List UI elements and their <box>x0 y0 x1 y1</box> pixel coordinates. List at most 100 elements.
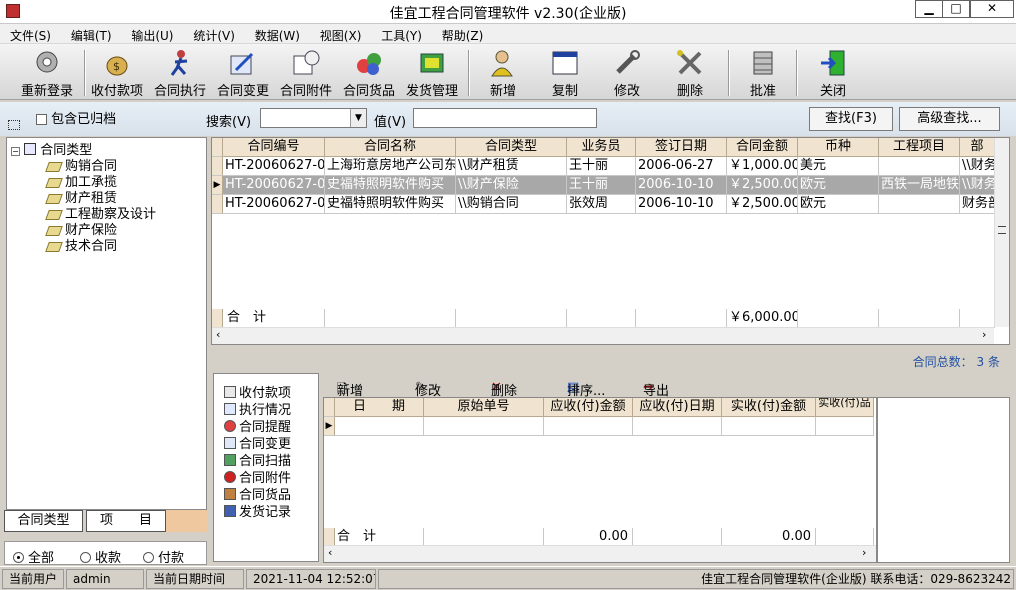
contract-type-tree[interactable]: − 合同类型 购销合同 加工承揽 财产租赁 工程勘察及设计 财产保险 技术合同 <box>6 137 207 510</box>
col-department[interactable]: 部 <box>960 138 995 157</box>
approve-button[interactable]: 批准 <box>736 48 790 99</box>
cell-currency[interactable]: 欧元 <box>798 176 879 195</box>
menu-help[interactable]: 帮助(Z) <box>432 24 490 44</box>
row-indicator[interactable] <box>212 195 223 214</box>
cell-contract-type[interactable]: \\财产保险 <box>456 176 567 195</box>
scroll-left-icon[interactable]: ‹ <box>216 328 220 341</box>
cell-department[interactable]: 财务部 <box>960 195 995 214</box>
tab-project[interactable]: 项 目 <box>86 510 166 532</box>
cell-salesperson[interactable]: 张效周 <box>567 195 636 214</box>
cell-department[interactable]: \\财务 <box>960 157 995 176</box>
cell-currency[interactable]: 美元 <box>798 157 879 176</box>
scroll-right-icon[interactable]: › <box>982 328 986 341</box>
cell-project[interactable]: 西铁一局地铁 <box>879 176 960 195</box>
cell-salesperson[interactable]: 王十丽 <box>567 157 636 176</box>
col-actual-goods[interactable]: 实收(付)品 <box>816 398 874 417</box>
col-currency[interactable]: 币种 <box>798 138 879 157</box>
payments-button[interactable]: $ 收付款项 <box>88 48 146 99</box>
scroll-right-icon[interactable]: › <box>862 546 866 559</box>
include-archived-checkbox[interactable]: 包含已归档 <box>36 108 116 127</box>
cell-sign-date[interactable]: 2006-10-10 <box>636 195 727 214</box>
radio-all[interactable]: 全部 <box>13 547 54 566</box>
attachment-button[interactable]: 合同附件 <box>276 48 336 99</box>
col-actual-amount[interactable]: 实收(付)金额 <box>722 398 816 417</box>
chevron-down-icon[interactable]: ▼ <box>350 109 366 127</box>
cell-original-no[interactable] <box>424 417 544 436</box>
value-input[interactable] <box>413 108 597 128</box>
scroll-thumb-icon[interactable] <box>998 226 1006 234</box>
col-date[interactable]: 日 期 <box>335 398 424 417</box>
checkbox-box[interactable] <box>36 114 47 125</box>
delete-button[interactable]: 删除 <box>663 48 717 99</box>
col-contract-no[interactable]: 合同编号 <box>223 138 325 157</box>
cell-due-date[interactable] <box>633 417 722 436</box>
cell-contract-no[interactable]: HT-20060627-00 <box>223 195 325 214</box>
tab-contract-type[interactable]: 合同类型 <box>4 510 83 532</box>
cell-actual-goods[interactable] <box>816 417 874 436</box>
cell-contract-no[interactable]: HT-20060627-00 <box>223 176 325 195</box>
col-contract-name[interactable]: 合同名称 <box>325 138 456 157</box>
scroll-left-icon[interactable]: ‹ <box>328 546 332 559</box>
row-indicator[interactable] <box>212 157 223 176</box>
col-due-amount[interactable]: 应收(付)金额 <box>544 398 633 417</box>
relogin-button[interactable]: 重新登录 <box>14 48 80 99</box>
cell-contract-name[interactable]: 上海珩意房地产公司东 <box>325 157 456 176</box>
minimize-button[interactable]: ▁ <box>915 0 943 18</box>
cell-sign-date[interactable]: 2006-06-27 <box>636 157 727 176</box>
col-amount[interactable]: 合同金额 <box>727 138 798 157</box>
menu-view[interactable]: 视图(X) <box>310 24 368 44</box>
menu-statistics[interactable]: 统计(V) <box>183 24 241 44</box>
row-indicator-selected[interactable]: ▶ <box>324 417 335 436</box>
row-indicator-selected[interactable]: ▶ <box>212 176 223 195</box>
horizontal-scrollbar[interactable]: ‹ › <box>324 545 876 562</box>
cell-contract-name[interactable]: 史福特照明软件购买 <box>325 195 456 214</box>
notes-panel[interactable] <box>877 397 1010 563</box>
cell-amount[interactable]: ￥1,000.00 <box>727 157 798 176</box>
col-salesperson[interactable]: 业务员 <box>567 138 636 157</box>
col-due-date[interactable]: 应收(付)日期 <box>633 398 722 417</box>
menu-edit[interactable]: 编辑(T) <box>61 24 118 44</box>
cell-amount[interactable]: ￥2,500.00 <box>727 195 798 214</box>
execution-button[interactable]: 合同执行 <box>150 48 210 99</box>
radio-receive[interactable]: 收款 <box>80 547 121 566</box>
radio-dot[interactable] <box>80 552 91 563</box>
cell-date[interactable] <box>335 417 424 436</box>
copy-button[interactable]: 复制 <box>538 48 592 99</box>
cell-contract-type[interactable]: \\购销合同 <box>456 195 567 214</box>
col-contract-type[interactable]: 合同类型 <box>456 138 567 157</box>
maximize-button[interactable]: □ <box>942 0 970 18</box>
advanced-find-button[interactable]: 高级查找... <box>899 107 1000 131</box>
cell-currency[interactable]: 欧元 <box>798 195 879 214</box>
menu-data[interactable]: 数据(W) <box>245 24 306 44</box>
menu-tools[interactable]: 工具(Y) <box>371 24 428 44</box>
close-window-button[interactable]: ✕ <box>970 0 1014 18</box>
cell-salesperson[interactable]: 王十丽 <box>567 176 636 195</box>
tree-item-technology[interactable]: 技术合同 <box>45 235 117 254</box>
col-project[interactable]: 工程项目 <box>879 138 960 157</box>
cell-department[interactable]: \\财务 <box>960 176 995 195</box>
collapse-icon[interactable]: − <box>11 147 20 156</box>
horizontal-scrollbar[interactable]: ‹ › <box>212 327 994 344</box>
col-sign-date[interactable]: 签订日期 <box>636 138 727 157</box>
cell-contract-name[interactable]: 史福特照明软件购买 <box>325 176 456 195</box>
cell-project[interactable] <box>879 195 960 214</box>
vertical-scrollbar[interactable] <box>994 138 1009 327</box>
payments-grid[interactable]: 日 期 原始单号 应收(付)金额 应收(付)日期 实收(付)金额 实收(付)品 … <box>323 397 877 563</box>
change-button[interactable]: 合同变更 <box>213 48 273 99</box>
cell-due-amount[interactable] <box>544 417 633 436</box>
cell-project[interactable] <box>879 157 960 176</box>
close-button[interactable]: 关闭 <box>806 48 860 99</box>
menu-shipping[interactable]: 发货记录 <box>224 501 291 520</box>
edit-button[interactable]: 修改 <box>600 48 654 99</box>
cell-actual-amount[interactable] <box>722 417 816 436</box>
goods-button[interactable]: 合同货品 <box>339 48 399 99</box>
shipping-button[interactable]: 发货管理 <box>402 48 462 99</box>
contract-grid[interactable]: 合同编号 合同名称 合同类型 业务员 签订日期 合同金额 币种 工程项目 部 H… <box>211 137 1010 345</box>
menu-file[interactable]: 文件(S) <box>0 24 57 44</box>
cell-amount[interactable]: ￥2,500.00 <box>727 176 798 195</box>
radio-dot[interactable] <box>13 552 24 563</box>
col-original-no[interactable]: 原始单号 <box>424 398 544 417</box>
add-button[interactable]: 新增 <box>476 48 530 99</box>
cell-contract-type[interactable]: \\财产租赁 <box>456 157 567 176</box>
search-field-select[interactable]: ▼ <box>260 108 367 128</box>
